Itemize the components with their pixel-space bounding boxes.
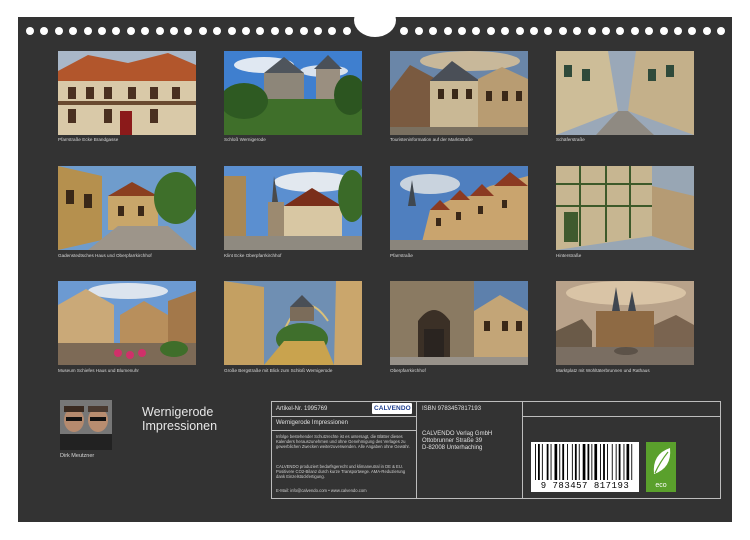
binding-hole	[501, 27, 510, 35]
binding-hole	[126, 27, 135, 35]
caption-8: Hinterstraße	[556, 253, 582, 258]
thumbnail-photo-5	[58, 166, 196, 250]
leaf-icon	[653, 448, 671, 474]
thumbnail-photo-3	[390, 51, 528, 135]
production-notice: CALVENDO produziert bedarfsgerecht und k…	[276, 464, 406, 479]
caption-1: Pfarrstraße Ecke Brandgasse	[58, 137, 119, 142]
binding-hole	[429, 27, 438, 35]
binding-hole	[645, 27, 654, 35]
binding-hole	[587, 27, 596, 35]
binding-hole	[285, 27, 294, 35]
binding-hole	[314, 27, 322, 35]
isbn-barcode: 9 783457 817193	[531, 442, 639, 492]
binding-hole	[98, 27, 106, 35]
publisher-line-3: D-82008 Unterhaching	[422, 445, 483, 451]
author-photo	[60, 400, 112, 450]
info-divider-h1	[272, 416, 416, 417]
caption-4: Schäferstraße	[556, 137, 585, 142]
binding-hole	[630, 27, 639, 35]
thumbnail-photo-9	[58, 281, 196, 365]
binding-hole	[515, 27, 524, 35]
binding-hole	[602, 27, 610, 35]
binding-hole	[400, 27, 409, 35]
thumbnail-photo-10	[224, 281, 362, 365]
isbn: ISBN 9783457817193	[422, 406, 482, 412]
binding-hole	[573, 27, 582, 35]
binding-hole	[26, 27, 34, 35]
binding-hole	[69, 27, 78, 35]
caption-6: Klint Ecke Oberpfarrkirchhof	[224, 253, 282, 258]
binding-hole	[414, 27, 423, 35]
thumbnail-photo-7	[390, 166, 528, 250]
binding-hole	[688, 27, 697, 35]
binding-hole	[83, 27, 92, 35]
binding-hole	[40, 27, 49, 35]
product-title: Wernigerode Impressionen	[276, 420, 348, 426]
thumbnail-photo-12	[556, 281, 694, 365]
binding-hole	[443, 27, 452, 35]
thumbnail-photo-6	[224, 166, 362, 250]
binding-hole	[227, 27, 236, 35]
legal-notice: Infolge bestehender Schutzrechte ist es …	[276, 434, 410, 449]
publisher-line-2: Ottobrunner Straße 39	[422, 438, 483, 444]
binding-hole	[184, 27, 193, 35]
binding-hole	[530, 27, 538, 35]
calendar-title: Wernigerode Impressionen	[142, 405, 217, 433]
thumbnail-photo-4	[556, 51, 694, 135]
caption-5: Gadenstedtsches Haus und Oberpfarrkirchh…	[58, 253, 152, 258]
binding-hole	[717, 27, 726, 35]
calendar-title-line-2: Impressionen	[142, 419, 218, 433]
binding-hole	[458, 27, 466, 35]
binding-hole	[342, 27, 351, 35]
binding-hole	[270, 27, 279, 35]
thumbnail-photo-2	[224, 51, 362, 135]
info-divider-h3	[522, 416, 720, 417]
caption-11: Oberpfarrkirchhof	[390, 368, 426, 373]
binding-hole	[472, 27, 481, 35]
binding-hole	[616, 27, 625, 35]
thumbnail-photo-1	[58, 51, 196, 135]
info-divider-1	[416, 402, 417, 498]
binding-hole	[544, 27, 553, 35]
calendar-title-line-1: Wernigerode	[142, 405, 214, 419]
barcode-number: 9 783457 817193	[540, 481, 630, 491]
binding-hole	[328, 27, 337, 35]
binding-hole	[299, 27, 308, 35]
contact-line: E-Mail: info@calvendo.com • www.calvendo…	[276, 488, 367, 493]
calvendo-logo-text: CALVENDO	[374, 404, 411, 412]
binding-hole	[674, 27, 682, 35]
eco-label: eco	[655, 482, 667, 489]
caption-3: Touristeninformation auf der Marktstraße	[390, 137, 473, 142]
binding-hole	[112, 27, 121, 35]
thumbnail-photo-8	[556, 166, 694, 250]
binding-hole	[54, 27, 63, 35]
calvendo-logo: CALVENDO	[372, 403, 412, 414]
binding-hole	[213, 27, 222, 35]
publisher-line-1: CALVENDO Verlag GmbH	[422, 431, 493, 437]
info-divider-h2	[272, 430, 416, 431]
barcode-bars	[535, 444, 633, 480]
binding-hole	[702, 27, 711, 35]
author-name: Dirk Meutzner	[60, 453, 95, 459]
eco-badge: eco	[646, 442, 676, 492]
binding-hole	[242, 27, 250, 35]
caption-9: Museum Schiefes Haus und Blumenuhr	[58, 368, 139, 373]
caption-2: Schloß Wernigerode	[224, 137, 266, 142]
thumbnail-photo-11	[390, 281, 528, 365]
caption-7: Pfarrstraße	[390, 253, 413, 258]
binding-hole	[486, 27, 495, 35]
caption-12: Marktplatz mit Wohltäterbrunnen und Rath…	[556, 368, 650, 373]
binding-hole	[558, 27, 567, 35]
article-number: Artikel-Nr. 1995769	[276, 406, 328, 412]
binding-hole	[198, 27, 207, 35]
binding-hole	[170, 27, 178, 35]
caption-10: Große Bergstraße mit Blick zum Schloß We…	[224, 368, 333, 373]
calendar-back-panel: Pfarrstraße Ecke Brandgasse Schloß Werni…	[18, 3, 732, 522]
hanger-notch	[354, 3, 396, 37]
binding-hole	[155, 27, 164, 35]
binding-hole	[141, 27, 150, 35]
binding-hole	[256, 27, 265, 35]
binding-hole	[659, 27, 668, 35]
